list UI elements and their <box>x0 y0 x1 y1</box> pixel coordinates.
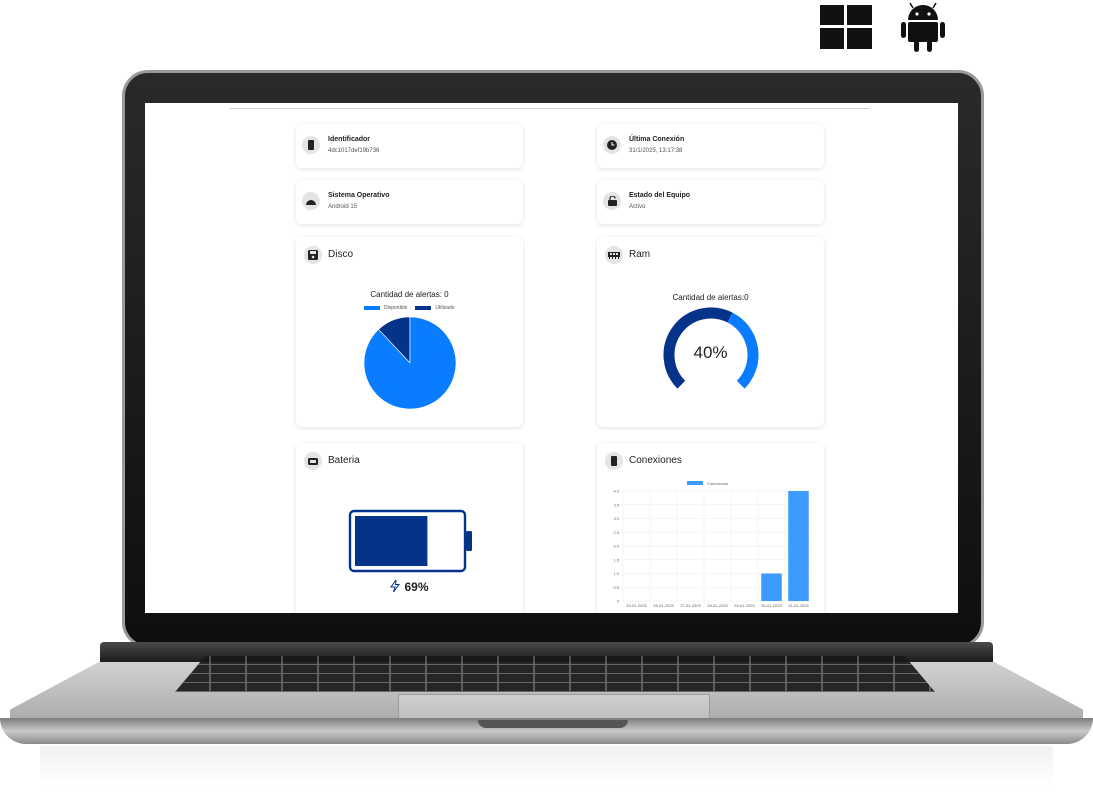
android-logo-icon <box>901 2 945 52</box>
phone-icon <box>605 452 623 470</box>
bar-ytick-label: 0.5 <box>613 585 619 590</box>
keyboard-rows <box>175 656 935 692</box>
battery-level: 69% <box>296 578 523 594</box>
info-card-value: 4dc1017def19b736 <box>328 148 380 154</box>
lightning-icon <box>390 578 401 593</box>
bar-ytick-label: 0 <box>617 599 620 604</box>
info-card-value: Android 15 <box>328 204 358 210</box>
bar-xtick-label: 31-01-2025 <box>788 603 809 608</box>
info-card-identificador: Identificador 4dc1017def19b736 <box>296 124 523 168</box>
disk-legend: Disponible Utilizado <box>364 305 455 311</box>
bar-ytick-label: 4.0 <box>613 489 619 494</box>
bar-30-01-2025 <box>761 573 782 601</box>
legend-swatch-available <box>364 306 380 310</box>
bar-legend-swatch <box>687 481 703 485</box>
laptop-reflection <box>40 746 1053 786</box>
connections-bar-chart: Conexiones 4.0 3.5 3.0 2.5 2.0 1.5 1.0 0.5 0 25-… <box>613 481 812 608</box>
ram-alert-count: Cantidad de alertas:0 <box>672 293 749 302</box>
info-card-title: Identificador <box>328 136 371 143</box>
phone-icon <box>302 136 320 154</box>
bar-ytick-label: 1.0 <box>613 571 619 576</box>
laptop-notch <box>478 720 628 728</box>
battery-percent-label: 69% <box>404 580 429 594</box>
bar-ytick-label: 3.0 <box>613 516 619 521</box>
bar-ytick-label: 2.5 <box>613 530 619 535</box>
bar-ytick-label: 3.5 <box>613 502 619 507</box>
battery-fill <box>355 516 428 566</box>
info-card-title: Estado del Equipo <box>629 192 691 199</box>
connections-title: Conexiones <box>629 455 682 466</box>
memory-chip-icon <box>605 246 623 264</box>
ram-card: Ram Cantidad de alertas:0 40% <box>597 237 824 427</box>
clock-icon <box>603 136 621 154</box>
info-card-ultima-conexion: Última Conexión 31/1/2025, 13:17:38 <box>597 124 824 168</box>
bar-ytick-label: 2.0 <box>613 544 619 549</box>
bar-xtick-label: 26-01-2025 <box>653 603 674 608</box>
disk-title: Disco <box>328 249 354 260</box>
pie-slice-disponible <box>364 317 456 409</box>
os-icons <box>810 0 960 60</box>
battery-terminal <box>466 531 472 551</box>
legend-label-available: Disponible <box>384 305 408 311</box>
bar-xtick-label: 30-01-2025 <box>761 603 782 608</box>
bar-xtick-label: 25-01-2025 <box>626 603 647 608</box>
laptop-screen: Identificador 4dc1017def19b736 Última Co… <box>145 103 958 613</box>
unlock-icon <box>603 192 621 210</box>
battery-icon <box>304 452 322 470</box>
info-card-sistema-operativo: Sistema Operativo Android 15 <box>296 180 523 224</box>
header-divider <box>230 108 870 109</box>
disk-alert-count: Cantidad de alertas: 0 <box>370 290 449 299</box>
windows-logo-icon <box>820 5 872 49</box>
bar-31-01-2025 <box>788 491 809 601</box>
legend-label-used: Utilizado <box>435 305 455 311</box>
bar-xtick-label: 29-01-2025 <box>734 603 755 608</box>
bar-xtick-label: 27-01-2025 <box>680 603 701 608</box>
ram-percent-label: 40% <box>693 343 728 362</box>
laptop-base <box>0 642 1093 786</box>
bar-ytick-label: 1.5 <box>613 557 619 562</box>
bar-xtick-label: 28-01-2025 <box>707 603 728 608</box>
info-card-value: 31/1/2025, 13:17:38 <box>629 148 683 154</box>
disk-pie-chart <box>364 317 456 409</box>
battery-gauge <box>348 509 472 573</box>
connections-card: Conexiones Conexiones 4.0 3.5 3.0 2.5 2.0 1.5… <box>597 443 824 613</box>
battery-card: Bateria 69% <box>296 443 523 613</box>
bar-legend-label: Conexiones <box>707 481 728 486</box>
info-card-value: Activo <box>629 204 646 210</box>
ram-title: Ram <box>629 249 651 260</box>
android-icon <box>302 192 320 210</box>
info-card-title: Última Conexión <box>629 136 685 143</box>
floppy-disk-icon <box>304 246 322 264</box>
info-card-title: Sistema Operativo <box>328 192 390 199</box>
info-card-estado-equipo: Estado del Equipo Activo <box>597 180 824 224</box>
legend-swatch-used <box>415 306 432 310</box>
battery-title: Bateria <box>328 455 360 466</box>
disk-card: Disco Cantidad de alertas: 0 Disponible … <box>296 237 523 427</box>
